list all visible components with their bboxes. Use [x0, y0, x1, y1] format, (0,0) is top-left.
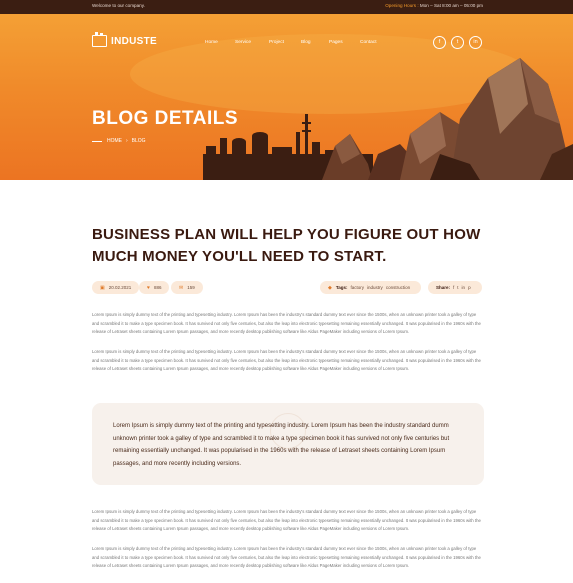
hero-banner: INDUSTE Home Service Project Blog Pages …: [0, 14, 573, 180]
page-title: BLOG DETAILS: [92, 108, 239, 129]
opening-hours: Opening Hours : Mon – Sat 8:00 am – 05:0…: [385, 3, 483, 8]
nav-blog[interactable]: Blog: [301, 40, 311, 45]
post-date: 20.02.2021: [108, 285, 132, 290]
article-paragraph: Lorem Ipsum is simply dummy text of the …: [92, 546, 481, 569]
breadcrumb-separator: ›: [126, 138, 128, 144]
nav-home[interactable]: Home: [205, 40, 218, 45]
top-bar: Welcome to our company. Opening Hours : …: [0, 0, 573, 14]
facebook-icon[interactable]: f: [433, 36, 446, 49]
article-paragraph: Lorem Ipsum is simply dummy text of the …: [92, 349, 481, 372]
share-label: Share:: [436, 285, 451, 290]
tag-item[interactable]: industry: [367, 285, 383, 290]
heart-icon: ♥: [147, 284, 150, 291]
share-twitter-icon[interactable]: t: [457, 285, 458, 290]
share-instagram-icon[interactable]: in: [462, 285, 466, 290]
brand-name: INDUSTE: [111, 35, 157, 47]
quote-text: Lorem Ipsum is simply dummy text of the …: [113, 423, 450, 467]
hero-illustration: [130, 34, 573, 180]
likes-count: 886: [153, 285, 162, 290]
twitter-icon[interactable]: t: [451, 36, 464, 49]
comments-count: 159: [187, 285, 195, 290]
site-logo[interactable]: INDUSTE: [92, 32, 157, 47]
article-paragraph: Lorem Ipsum is simply dummy text of the …: [92, 312, 481, 335]
tags-label: Tags:: [335, 285, 348, 290]
nav-pages[interactable]: Pages: [329, 40, 343, 45]
breadcrumb-home[interactable]: HOME: [107, 138, 122, 144]
factory-logo-icon: [92, 32, 107, 47]
opening-hours-label: Opening Hours :: [385, 3, 419, 8]
breadcrumb: HOME › BLOG: [92, 138, 146, 144]
breadcrumb-current: BLOG: [131, 138, 146, 144]
share-pinterest-icon[interactable]: p: [468, 285, 471, 290]
article-title: BUSINESS PLAN WILL HELP YOU FIGURE OUT H…: [92, 226, 481, 265]
nav-service[interactable]: Service: [235, 40, 251, 45]
calendar-icon: ▣: [100, 284, 105, 291]
share-facebook-icon[interactable]: f: [453, 285, 454, 290]
comment-icon: ✉: [179, 284, 184, 291]
likes-pill[interactable]: ♥ 886: [139, 281, 170, 294]
date-pill: ▣ 20.02.2021: [92, 281, 140, 294]
nav-project[interactable]: Project: [269, 40, 284, 45]
tag-item[interactable]: factory: [351, 285, 365, 290]
tags-pill: ◆ Tags: factory industry construction: [320, 281, 422, 294]
blockquote: Lorem Ipsum is simply dummy text of the …: [92, 403, 484, 485]
comments-pill[interactable]: ✉ 159: [171, 281, 203, 294]
share-pill: Share: f t in p: [428, 281, 482, 294]
welcome-text: Welcome to our company.: [92, 3, 145, 8]
nav-contact[interactable]: Contact: [360, 40, 377, 45]
tag-item[interactable]: construction: [386, 285, 410, 290]
instagram-icon[interactable]: in: [469, 36, 482, 49]
tag-icon: ◆: [328, 284, 332, 291]
breadcrumb-dash: [92, 140, 102, 142]
article-paragraph: Lorem Ipsum is simply dummy text of the …: [92, 509, 481, 532]
opening-hours-value: Mon – Sat 8:00 am – 05:00 pm: [419, 3, 483, 8]
